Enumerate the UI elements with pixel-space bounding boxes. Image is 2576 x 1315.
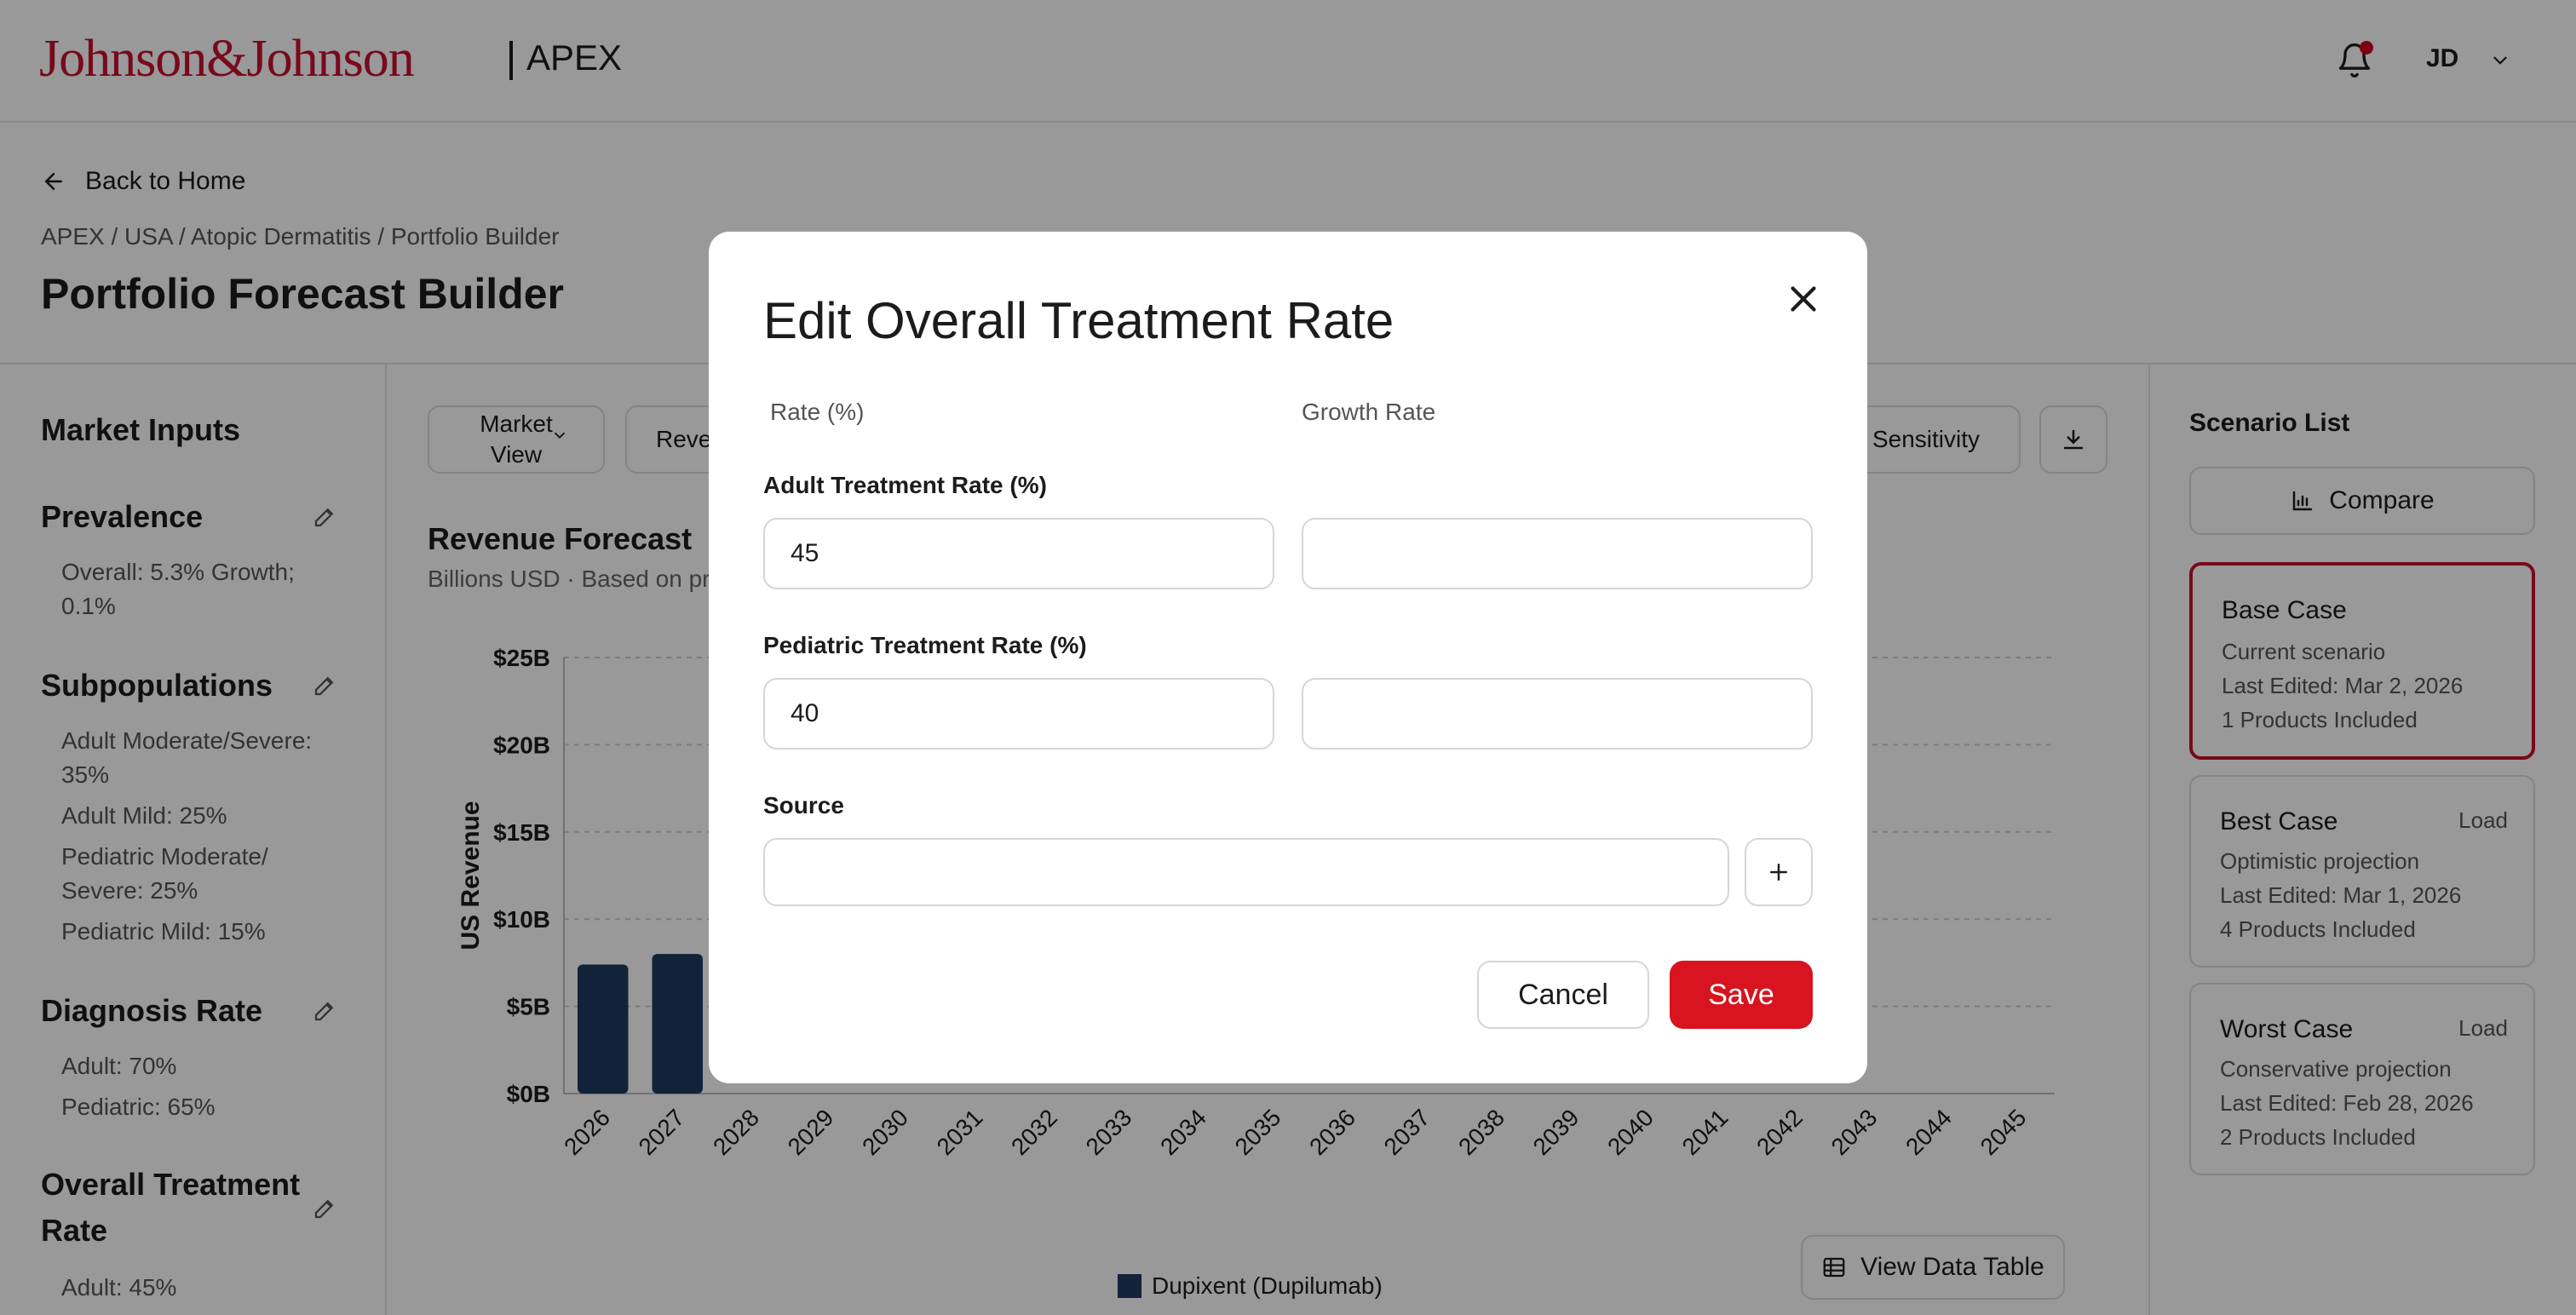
source-input[interactable] xyxy=(763,838,1729,906)
pediatric-rate-input[interactable] xyxy=(763,678,1274,749)
adult-growth-input[interactable] xyxy=(1302,518,1813,589)
save-button[interactable]: Save xyxy=(1670,961,1813,1029)
edit-treatment-rate-dialog: Edit Overall Treatment Rate Rate (%) Gro… xyxy=(709,232,1867,1083)
pediatric-rate-label: Pediatric Treatment Rate (%) xyxy=(763,632,1087,658)
close-icon[interactable] xyxy=(1782,278,1825,320)
pediatric-growth-input[interactable] xyxy=(1302,678,1813,749)
source-label: Source xyxy=(763,792,844,818)
adult-rate-input[interactable] xyxy=(763,518,1274,589)
plus-icon xyxy=(1770,864,1787,881)
cancel-button[interactable]: Cancel xyxy=(1477,961,1649,1029)
add-source-button[interactable] xyxy=(1745,838,1813,906)
growth-column-header: Growth Rate xyxy=(1302,399,1436,425)
adult-rate-label: Adult Treatment Rate (%) xyxy=(763,472,1047,498)
dialog-title: Edit Overall Treatment Rate xyxy=(763,292,1394,349)
rate-column-header: Rate (%) xyxy=(770,399,865,425)
app-root: Johnson&Johnson APEX JD Back to Home APE… xyxy=(0,0,2576,1315)
